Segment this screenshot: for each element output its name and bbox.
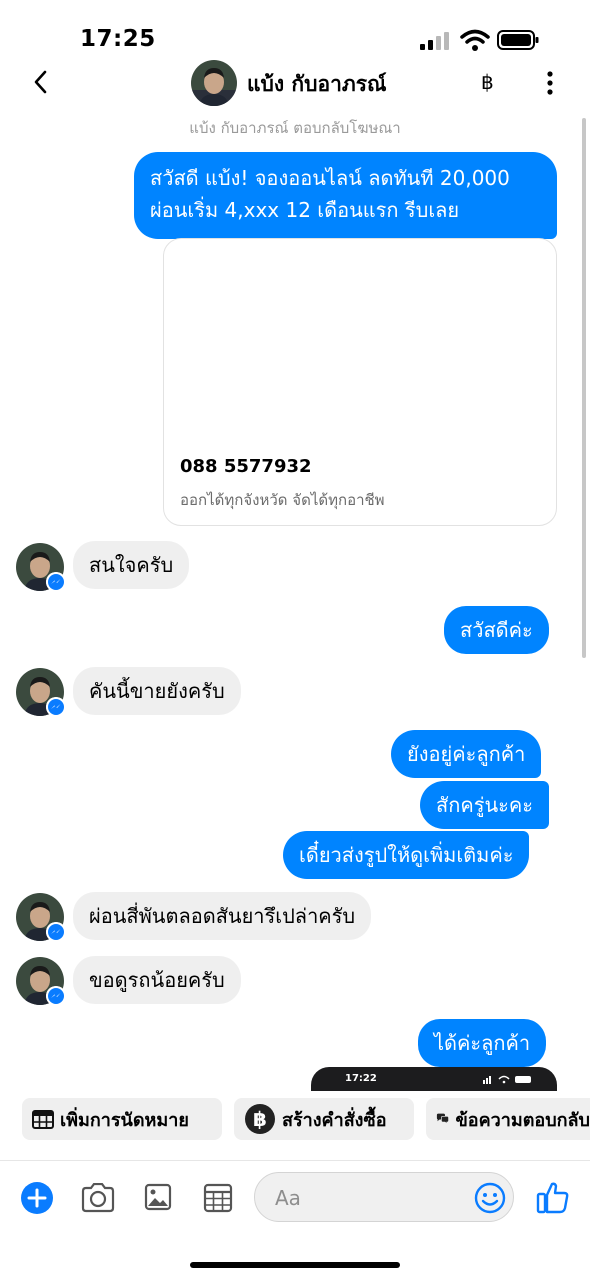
- baht-icon: ฿: [245, 1104, 275, 1134]
- outgoing-message[interactable]: สวัสดีค่ะ: [444, 606, 549, 654]
- camera-icon[interactable]: [80, 1183, 116, 1213]
- contact-avatar[interactable]: [191, 60, 237, 106]
- calendar-icon: [32, 1110, 54, 1129]
- ad-message-bubble[interactable]: สวัสดี แบ้ง! จองออนไลน์ ลดทันที 20,000 ผ…: [134, 152, 557, 239]
- photo-status-time: 17:22: [345, 1073, 377, 1084]
- more-options-icon[interactable]: [540, 70, 560, 96]
- message-input-placeholder: Aa: [275, 1186, 301, 1210]
- composer-divider: [0, 1160, 590, 1161]
- add-appointment-label: เพิ่มการนัดหมาย: [60, 1109, 189, 1131]
- plus-icon[interactable]: [20, 1181, 54, 1215]
- chat-bubbles-icon: [436, 1113, 449, 1125]
- battery-icon: [497, 30, 539, 50]
- add-appointment-button[interactable]: เพิ่มการนัดหมาย: [22, 1098, 222, 1140]
- create-order-label: สร้างคำสั่งซื้อ: [282, 1109, 387, 1131]
- messenger-badge-icon: [46, 572, 66, 592]
- gallery-icon[interactable]: [144, 1183, 172, 1211]
- scrollbar[interactable]: [582, 118, 586, 658]
- outgoing-message[interactable]: สักครู่นะคะ: [420, 781, 549, 829]
- incoming-message[interactable]: คันนี้ขายยังครับ: [73, 667, 241, 715]
- outgoing-message[interactable]: เดี๋ยวส่งรูปให้ดูเพิ่มเติมค่ะ: [283, 831, 530, 879]
- messenger-badge-icon: [46, 986, 66, 1006]
- outgoing-message[interactable]: ยังอยู่ค่ะลูกค้า: [391, 730, 542, 778]
- incoming-message[interactable]: ขอดูรถน้อยครับ: [73, 956, 241, 1004]
- wifi-icon: [460, 29, 490, 51]
- messenger-badge-icon: [46, 697, 66, 717]
- ad-card[interactable]: [163, 238, 557, 526]
- cellular-signal-icon: [420, 32, 449, 50]
- svg-text:฿: ฿: [253, 1107, 267, 1131]
- messenger-badge-icon: [46, 922, 66, 942]
- ad-text-line1: สวัสดี แบ้ง! จองออนไลน์ ลดทันที 20,000: [150, 166, 510, 190]
- ad-reply-subtitle: แบ้ง กับอาภรณ์ ตอบกลับโฆษณา: [189, 119, 401, 137]
- card-description: ออกได้ทุกจังหวัด จัดได้ทุกอาชีพ: [180, 491, 385, 509]
- create-order-button[interactable]: ฿ สร้างคำสั่งซื้อ: [234, 1098, 414, 1140]
- contact-name[interactable]: แบ้ง กับอาภรณ์: [247, 68, 386, 101]
- payment-baht-icon[interactable]: ฿: [481, 70, 494, 94]
- photo-status-icons: [483, 1075, 531, 1084]
- thumbs-up-icon[interactable]: [536, 1180, 570, 1214]
- emoji-icon[interactable]: [474, 1182, 506, 1214]
- outgoing-message[interactable]: ได้ค่ะลูกค้า: [418, 1019, 547, 1067]
- photo-attachment[interactable]: 17:22: [311, 1067, 557, 1091]
- ad-text-line2: ผ่อนเริ่ม 4,xxx 12 เดือนแรก รีบเลย: [150, 198, 460, 222]
- home-indicator[interactable]: [190, 1262, 400, 1268]
- status-time: 17:25: [80, 26, 156, 52]
- saved-replies-label: ข้อความตอบกลับ: [455, 1109, 590, 1131]
- saved-replies-button[interactable]: ข้อความตอบกลับ: [426, 1098, 590, 1140]
- card-phone-number: 088 5577932: [180, 456, 312, 477]
- incoming-message[interactable]: สนใจครับ: [73, 541, 190, 589]
- back-chevron-icon[interactable]: [28, 66, 54, 98]
- calendar-grid-icon[interactable]: [203, 1183, 233, 1213]
- incoming-message[interactable]: ผ่อนสี่พันตลอดสันยารึเปล่าครับ: [73, 892, 372, 940]
